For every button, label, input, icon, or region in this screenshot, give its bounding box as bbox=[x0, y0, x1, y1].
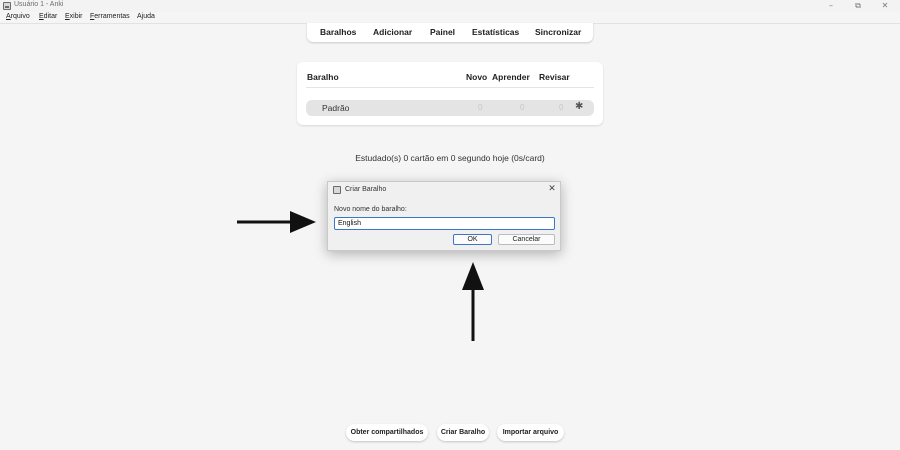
import-file-button[interactable]: Importar arquivo bbox=[497, 424, 564, 441]
arrow-right-icon bbox=[237, 211, 316, 233]
create-deck-button[interactable]: Criar Baralho bbox=[437, 424, 489, 441]
annotation-arrows bbox=[237, 211, 484, 341]
arrow-up-icon bbox=[462, 262, 484, 341]
get-shared-button[interactable]: Obter compartilhados bbox=[346, 424, 428, 441]
